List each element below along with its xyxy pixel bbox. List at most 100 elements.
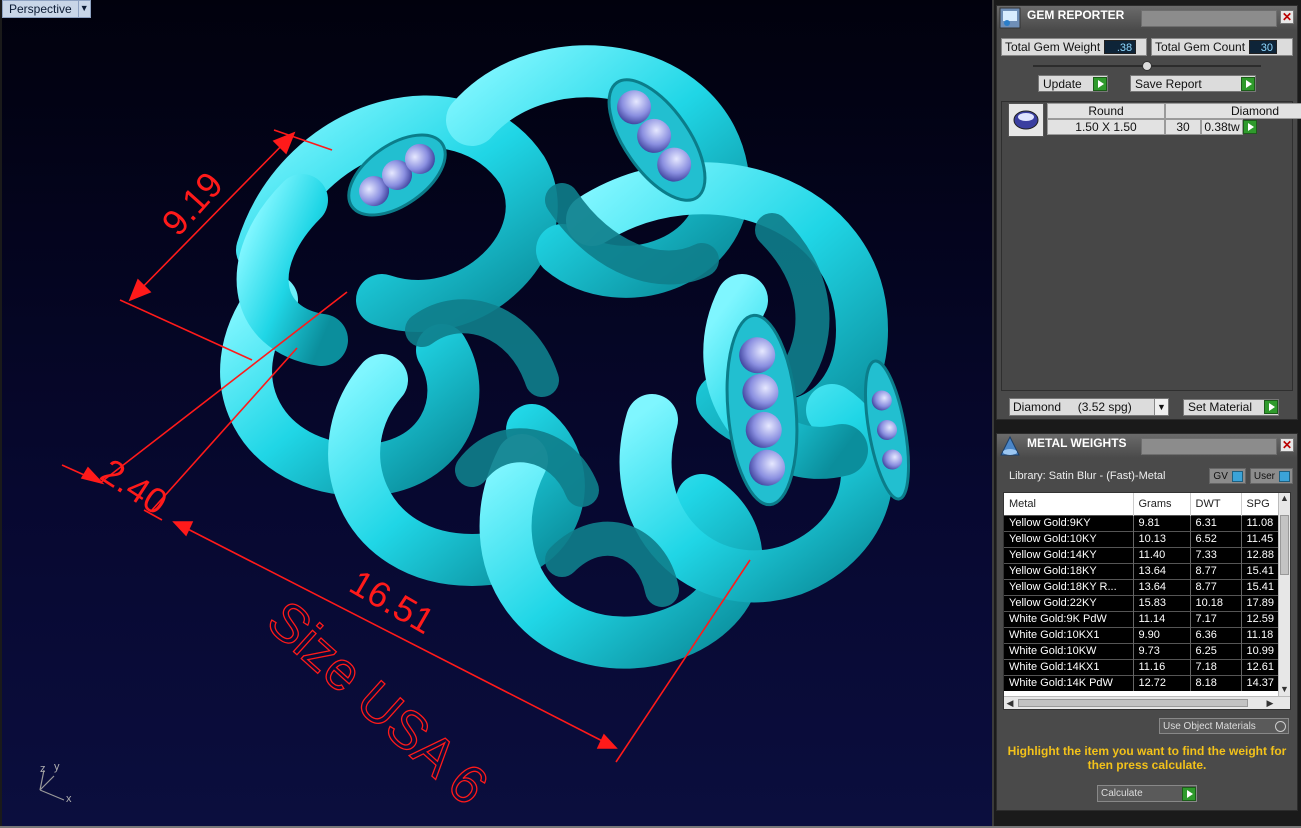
ring-size-label: Size USA 6 [256, 589, 499, 816]
total-gem-count-label: Total Gem Count [1155, 40, 1246, 54]
gem-list[interactable]: Round Diamond 1.50 X 1.50 30 0.38tw [1001, 101, 1301, 391]
gem-type: Diamond [1165, 103, 1301, 119]
table-row[interactable]: Yellow Gold:18KY R... 13.64 8.77 15.41 [1004, 578, 1290, 595]
table-row[interactable]: Yellow Gold:18KY 13.64 8.77 15.41 [1004, 562, 1290, 579]
use-object-materials-label: Use Object Materials [1163, 720, 1256, 732]
table-row[interactable]: Yellow Gold:10KY 10.13 6.52 11.45 [1004, 530, 1290, 547]
cell-metal: White Gold:10KW [1004, 642, 1134, 659]
scroll-left-icon[interactable]: ◀ [1004, 697, 1016, 709]
scroll-thumb[interactable] [1018, 699, 1248, 707]
gem-count: 30 [1165, 119, 1201, 135]
set-material-button-label: Set Material [1188, 400, 1253, 414]
cell-grams: 9.73 [1133, 642, 1191, 659]
update-button-label: Update [1043, 76, 1082, 91]
axis-z-label: z [40, 763, 46, 775]
table-row[interactable]: Yellow Gold:22KY 15.83 10.18 17.89 [1004, 594, 1290, 611]
play-arrow-icon [1241, 76, 1255, 91]
metal-table-horizontal-scrollbar[interactable]: ◀ ▶ [1004, 696, 1290, 709]
cell-dwt: 8.18 [1190, 674, 1242, 691]
viewport-label[interactable]: Perspective [2, 0, 79, 18]
axis-y-label: y [54, 761, 60, 773]
gem-reporter-title-bar-fill [1141, 10, 1277, 27]
info-icon [1279, 470, 1290, 482]
calculate-button[interactable]: Calculate [1097, 785, 1197, 802]
metal-weights-titlebar[interactable]: METAL WEIGHTS ✕ [997, 434, 1297, 458]
gem-slider-handle[interactable] [1142, 61, 1152, 71]
cell-dwt: 6.31 [1190, 514, 1242, 531]
viewport-label-tab[interactable]: Perspective ▼ [2, 0, 91, 18]
dimension-9-19: 9.19 [153, 164, 230, 244]
gv-toggle[interactable]: GV [1209, 468, 1246, 484]
cell-metal: White Gold:9K PdW [1004, 610, 1134, 627]
cell-dwt: 10.18 [1190, 594, 1242, 611]
calculate-button-label: Calculate [1101, 788, 1143, 799]
table-row[interactable]: White Gold:10KX1 9.90 6.36 11.18 [1004, 626, 1290, 643]
metal-weights-close-icon[interactable]: ✕ [1280, 438, 1294, 452]
cell-metal: Yellow Gold:22KY [1004, 594, 1134, 611]
scroll-right-icon[interactable]: ▶ [1264, 697, 1276, 709]
metal-weights-icon [1000, 435, 1020, 456]
cell-grams: 12.72 [1133, 674, 1191, 691]
gem-reporter-title: GEM REPORTER [1027, 8, 1125, 22]
chevron-down-icon[interactable]: ▼ [1154, 399, 1168, 415]
metal-table[interactable]: Metal Grams DWT SPG Yellow Gold:9KY 9.81 6… [1003, 492, 1291, 710]
set-material-button[interactable]: Set Material [1183, 398, 1279, 416]
axis-x-label: x [66, 793, 72, 805]
gem-reporter-icon [999, 7, 1021, 29]
metal-weights-panel: METAL WEIGHTS ✕ Library: Satin Blur - (F… [996, 433, 1298, 811]
3d-viewport[interactable]: Perspective ▼ 9.19 2.40 16.51 Size USA 6… [2, 0, 994, 826]
viewport-menu-dropdown-icon[interactable]: ▼ [78, 0, 91, 18]
cell-metal: Yellow Gold:10KY [1004, 530, 1134, 547]
save-report-button[interactable]: Save Report [1130, 75, 1256, 92]
cell-dwt: 6.36 [1190, 626, 1242, 643]
table-row[interactable]: White Gold:14KX1 11.16 7.18 12.61 [1004, 658, 1290, 675]
gem-size: 1.50 X 1.50 [1047, 119, 1165, 135]
table-row[interactable]: Yellow Gold:14KY 11.40 7.33 12.88 [1004, 546, 1290, 563]
gem-list-item[interactable]: Round Diamond 1.50 X 1.50 30 0.38tw [1008, 103, 1301, 137]
update-button[interactable]: Update [1038, 75, 1108, 92]
gem-reporter-close-icon[interactable]: ✕ [1280, 10, 1294, 24]
user-toggle-label: User [1253, 470, 1275, 482]
table-row[interactable]: Yellow Gold:9KY 9.81 6.31 11.08 [1004, 514, 1290, 531]
gem-material-selected: Diamond (3.52 spg) [1013, 400, 1132, 414]
scroll-up-icon[interactable]: ▲ [1279, 493, 1290, 505]
column-header-dwt[interactable]: DWT [1190, 493, 1242, 515]
scroll-down-icon[interactable]: ▼ [1279, 684, 1290, 696]
cell-grams: 15.83 [1133, 594, 1191, 611]
cell-metal: White Gold:14KX1 [1004, 658, 1134, 675]
total-gem-count-value: 30 [1249, 40, 1278, 54]
column-header-grams[interactable]: Grams [1133, 493, 1191, 515]
cell-grams: 11.14 [1133, 610, 1191, 627]
cell-grams: 10.13 [1133, 530, 1191, 547]
table-row[interactable]: White Gold:9K PdW 11.14 7.17 12.59 [1004, 610, 1290, 627]
column-header-metal[interactable]: Metal [1004, 493, 1134, 515]
gem-material-select[interactable]: Diamond (3.52 spg) ▼ [1009, 398, 1169, 416]
play-arrow-icon [1093, 76, 1107, 91]
total-gem-weight: Total Gem Weight .38 [1001, 38, 1147, 56]
gem-size-slider[interactable] [1033, 61, 1261, 71]
metal-table-header: Metal Grams DWT SPG [1004, 493, 1290, 515]
cell-dwt: 7.18 [1190, 658, 1242, 675]
gem-reporter-titlebar[interactable]: GEM REPORTER ✕ [997, 6, 1297, 30]
save-report-button-label: Save Report [1135, 76, 1202, 91]
metal-weights-instructions: Highlight the item you want to find the … [1007, 744, 1287, 772]
cell-dwt: 7.17 [1190, 610, 1242, 627]
gem-row-select-button[interactable] [1243, 119, 1301, 135]
user-toggle[interactable]: User [1249, 468, 1293, 484]
table-row[interactable]: White Gold:14K PdW 12.72 8.18 14.37 [1004, 674, 1290, 691]
play-arrow-icon [1182, 786, 1196, 801]
metal-table-vertical-scrollbar[interactable]: ▲ ▼ [1278, 493, 1290, 696]
cell-grams: 9.90 [1133, 626, 1191, 643]
cell-grams: 13.64 [1133, 562, 1191, 579]
cell-metal: Yellow Gold:14KY [1004, 546, 1134, 563]
scroll-thumb[interactable] [1280, 515, 1289, 575]
metal-weights-title-bar-fill [1141, 438, 1277, 455]
metal-weights-title: METAL WEIGHTS [1027, 436, 1127, 450]
total-gem-weight-label: Total Gem Weight [1005, 40, 1101, 54]
table-row[interactable]: White Gold:10KW 9.73 6.25 10.99 [1004, 642, 1290, 659]
play-arrow-icon [1243, 119, 1257, 134]
cell-grams: 9.81 [1133, 514, 1191, 531]
cell-grams: 11.40 [1133, 546, 1191, 563]
metal-library-label: Library: Satin Blur - (Fast)-Metal [1009, 470, 1166, 482]
use-object-materials-toggle[interactable]: Use Object Materials [1159, 718, 1289, 734]
